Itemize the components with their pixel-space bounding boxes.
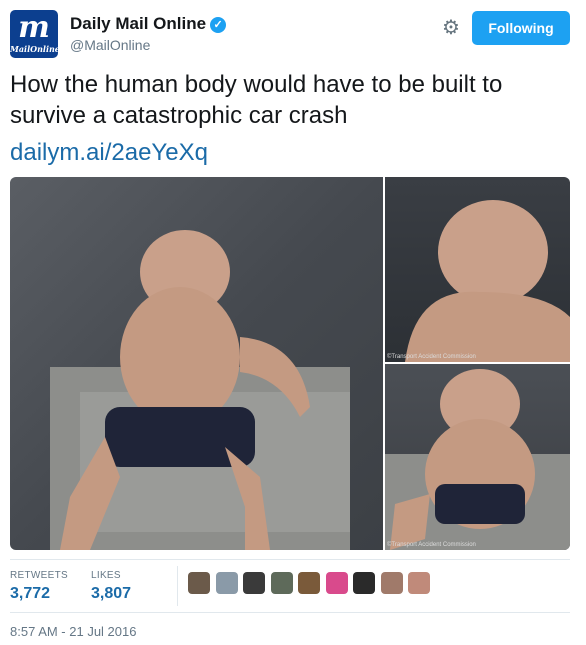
- photo-caption-bottom: ©Transport Accident Commission: [387, 542, 476, 548]
- liker-avatar[interactable]: [270, 572, 293, 594]
- tweet-link[interactable]: dailym.ai/2aeYeXq: [10, 137, 208, 168]
- photo-top-right[interactable]: ©Transport Accident Commission: [385, 177, 570, 362]
- account-handle[interactable]: @MailOnline: [70, 37, 150, 53]
- liker-avatar[interactable]: [380, 572, 403, 594]
- account-name-text: Daily Mail Online: [70, 14, 207, 33]
- media-grid: ©Transport Accident Commission ©Transpor…: [10, 177, 570, 550]
- divider-top: [10, 559, 570, 560]
- liker-avatar[interactable]: [215, 572, 238, 594]
- likes-count: 3,807: [91, 585, 132, 602]
- likes-stat[interactable]: LIKES 3,807: [91, 570, 131, 603]
- retweets-label: RETWEETS: [10, 570, 68, 581]
- liker-avatar[interactable]: [353, 572, 375, 594]
- photo-bottom-right[interactable]: ©Transport Accident Commission: [385, 364, 570, 550]
- tweet-text: How the human body would have to be buil…: [10, 71, 503, 129]
- retweets-count: 3,772: [10, 585, 51, 602]
- liker-avatar[interactable]: [188, 572, 210, 594]
- photo-top-right-illustration: [405, 200, 570, 362]
- logo-word: MailOnline: [10, 44, 58, 54]
- photo-bottom-right-illustration: [385, 369, 570, 550]
- tweet-timestamp[interactable]: 8:57 AM - 21 Jul 2016: [10, 624, 136, 639]
- retweets-stat[interactable]: RETWEETS 3,772: [10, 570, 68, 603]
- account-logo[interactable]: m MailOnline: [10, 10, 58, 58]
- account-name[interactable]: Daily Mail Online ✓: [70, 14, 227, 34]
- liker-avatar[interactable]: [298, 572, 320, 594]
- verified-badge-icon: ✓: [210, 17, 227, 33]
- divider-bottom: [10, 612, 570, 613]
- liker-avatar[interactable]: [325, 572, 348, 594]
- liker-avatar[interactable]: [408, 572, 430, 594]
- photo-main-illustration: [50, 230, 350, 550]
- stats-divider: [177, 566, 178, 606]
- following-button[interactable]: Following: [472, 11, 570, 45]
- logo-mark: m: [18, 10, 50, 45]
- gear-icon[interactable]: ⚙: [440, 17, 462, 39]
- photo-caption-top: ©Transport Accident Commission: [387, 354, 476, 360]
- photo-main[interactable]: [10, 177, 383, 550]
- liker-avatar[interactable]: [243, 572, 265, 594]
- likes-label: LIKES: [91, 570, 121, 581]
